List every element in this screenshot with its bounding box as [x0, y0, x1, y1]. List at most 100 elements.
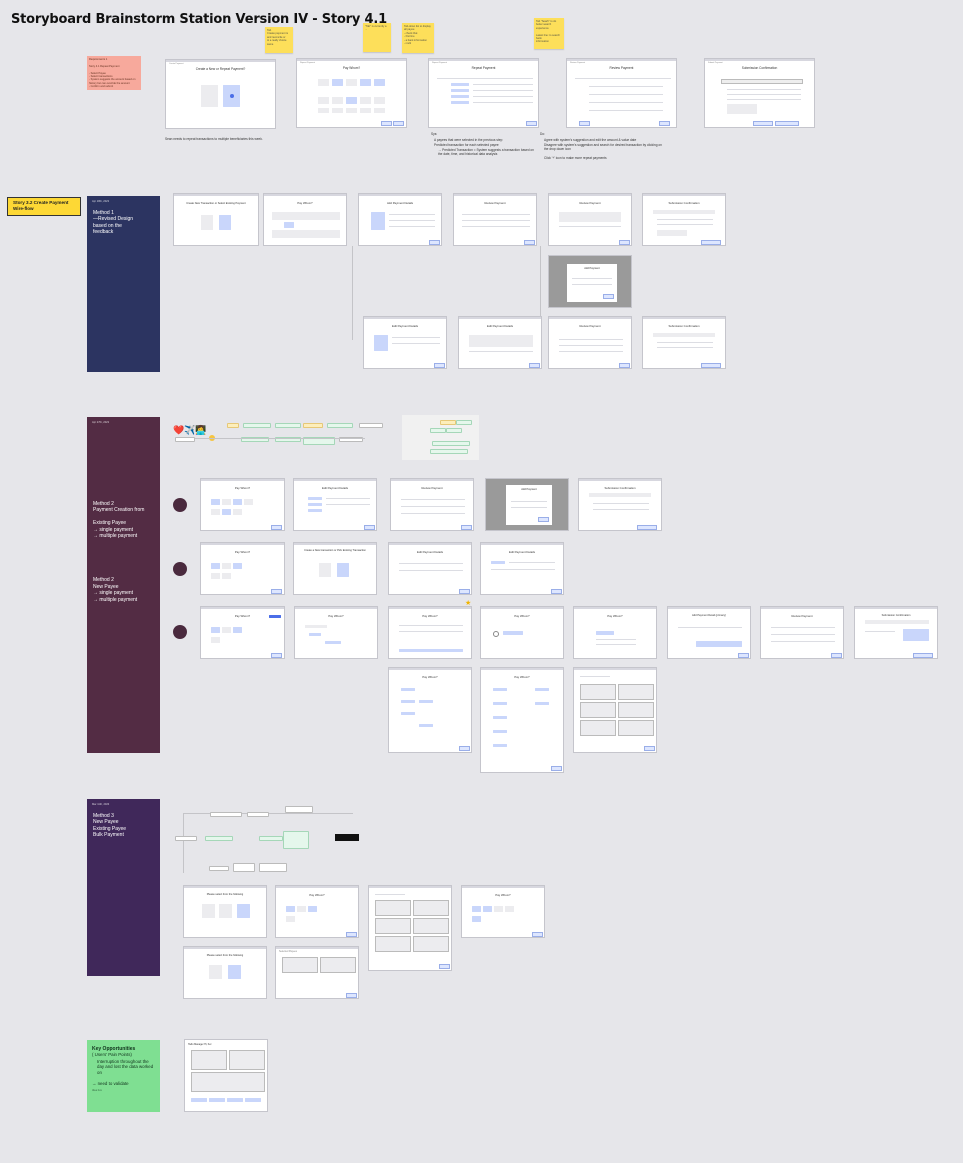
wireframe[interactable]: Pay Whom? [388, 606, 472, 659]
wireframe[interactable]: Please select from the following [183, 946, 267, 999]
wireframe[interactable]: Pay Whom? [200, 606, 285, 659]
frame-title: Pay Whom? [495, 893, 511, 897]
wireframe[interactable]: Create New Transaction or Select Existin… [173, 193, 259, 246]
wireframe-form[interactable] [368, 885, 452, 971]
frame-title: Pay Whom? [234, 486, 251, 490]
wireframe[interactable]: Review Payment [760, 606, 844, 659]
wireframe[interactable]: Review Payment [548, 193, 632, 246]
frame-title: Pay Whom? [514, 614, 530, 618]
frame-title: Edit Payment Details [392, 324, 418, 328]
sys-heading: Sys: [431, 132, 438, 136]
wireframe[interactable]: Create a New transaction or Pick Existin… [293, 542, 377, 595]
wireframe[interactable]: Please select from the following [183, 885, 267, 938]
wireframe-modal[interactable]: Add Payment [485, 478, 569, 531]
wireframe[interactable]: Pay Whom? [275, 885, 359, 938]
wireframe-pay-whom[interactable]: Repeat Payment Pay Whom? [296, 58, 407, 128]
flow-connector [540, 246, 541, 316]
wireframe-review-payment[interactable]: Review Payment Review Payment [566, 58, 677, 128]
wireframe[interactable]: Pay Whom? [200, 478, 285, 531]
do-point: Agree with system's suggestion and edit … [544, 138, 637, 142]
dashboard-wireframe[interactable]: Hello Manager Hi, Kel [184, 1039, 268, 1112]
requirements-note[interactable]: Requirements 1 Story 4.1 Repeat Payment … [87, 56, 141, 90]
wireframe[interactable]: Pay Whom? [200, 542, 285, 595]
frame-title: Submission Confirmation [668, 201, 700, 205]
frame-title: Submission Confirmation [881, 614, 911, 617]
wireframe[interactable]: Edit Payment Details [480, 542, 564, 595]
method-1-panel[interactable]: Apr 18th, 2023 Method 1 —Revised Design … [87, 196, 160, 372]
key-opps-bullet: Interruption throughout the day and lost… [97, 1059, 154, 1075]
wireframe[interactable]: Pay Whom? [480, 606, 564, 659]
wireframe[interactable]: Edit Payment Details [458, 316, 542, 369]
method-date: Apr 18th, 2023 [92, 200, 110, 203]
method-date: Apr 27th, 2023 [92, 421, 110, 424]
wireframe-repeat-payment[interactable]: Repeat Payment Repeat Payment [428, 58, 539, 128]
method-2-panel[interactable]: Apr 27th, 2023 Method 2 Payment Creation… [87, 417, 160, 753]
sys-point: Predicted transaction for each selected … [434, 143, 499, 147]
frame-label: Repeat Payment [300, 62, 315, 64]
wireframe[interactable]: Pay Whom? [573, 606, 657, 659]
frame-title: Pay Whom? [422, 675, 438, 679]
sticky-note[interactable]: Tab Create payment is and reconcile or t… [265, 27, 293, 53]
flow-connector [352, 246, 353, 340]
wireframe[interactable]: Review Payment [390, 478, 474, 531]
frame-title: Selected Payees [279, 950, 297, 953]
wireframe[interactable]: Add Payment Details [358, 193, 442, 246]
frame-title: Review Payment [579, 201, 601, 205]
wireframe-create-or-repeat[interactable]: Create Payment Create a New or Repeat Pa… [165, 59, 276, 129]
sys-point: → Predicted Transaction = System suggest… [438, 148, 534, 157]
method-description: Method 3 New Payee Existing Payee Bulk P… [93, 813, 127, 839]
wireframe[interactable]: Submission Confirmation [642, 193, 726, 246]
frame-label: Create Payment [169, 63, 184, 65]
frame-title: Please select from the following [206, 954, 244, 957]
frame-title: Review Payment [579, 324, 601, 328]
wireframe-submission-confirmation[interactable]: Submit Payment Submission Confirmation [704, 58, 815, 128]
frame-title: Add Payment Detail (primary) [691, 614, 727, 617]
dashboard-title: Hello Manager Hi, Kel [188, 1043, 212, 1046]
wireframe[interactable]: Submission Confirmation [854, 606, 938, 659]
wireframe[interactable]: Pay Whom? [294, 606, 378, 659]
key-opps-footer: → need to validate [92, 1081, 129, 1087]
scenario-caption: Sean needs to repeat transactions to mul… [165, 137, 263, 141]
wireframe[interactable]: Review Payment [548, 316, 632, 369]
frame-title: Pay Whom? [309, 893, 325, 897]
wireframe-modal[interactable]: Add Payment [548, 255, 632, 308]
scenario-marker[interactable] [173, 625, 187, 639]
scenario-marker[interactable] [173, 562, 187, 576]
frame-title: Pay Whom? [297, 201, 313, 205]
scenario-marker[interactable] [173, 498, 187, 512]
frame-title: Review Payment [791, 614, 813, 618]
wireframe[interactable]: Submission Confirmation [578, 478, 662, 531]
frame-title: Please select from the following [206, 893, 244, 896]
key-opportunities-card[interactable]: Key Opportunities ( Users' Pain Points) … [87, 1040, 160, 1112]
wireframe[interactable]: Pay Whom? [461, 885, 545, 938]
wireframe-form[interactable] [573, 667, 657, 753]
do-heading: Do: [540, 132, 545, 136]
wireframe[interactable]: Edit Payment Details [293, 478, 377, 531]
frame-title: Review Payment [421, 486, 443, 490]
method-date: Mar 11th, 2023 [92, 803, 110, 806]
story-label[interactable]: Story 3.2 Create Payment Wire-flow [7, 197, 81, 216]
wireframe[interactable]: Edit Payment Details [388, 542, 472, 595]
frame-title: Edit Payment Details [509, 550, 535, 554]
method-3-flow [175, 803, 360, 878]
frame-title: Add Payment [521, 488, 537, 491]
flow-diagram [175, 420, 395, 450]
method-3-panel[interactable]: Mar 11th, 2023 Method 3 New Payee Existi… [87, 799, 160, 976]
wireframe[interactable]: Edit Payment Details [363, 316, 447, 369]
wireframe[interactable]: Pay Whom? [388, 667, 472, 753]
sticky-note[interactable]: "Tab" is currently a ... [363, 23, 391, 52]
wireframe[interactable]: Pay Whom? [263, 193, 347, 246]
frame-title: Submission Confirmation [604, 486, 636, 490]
wireframe[interactable]: Selected Payees [275, 946, 359, 999]
frame-label: Review Payment [570, 62, 586, 64]
sticky-note[interactable]: Tab-down list to display all payee - che… [402, 23, 434, 53]
sys-point: A payees that were selected in the previ… [434, 138, 503, 142]
frame-title: Review Payment [484, 201, 506, 205]
sticky-note[interactable]: Tab "Searh" to do better search experien… [534, 18, 564, 49]
wireframe[interactable]: Submission Confirmation [642, 316, 726, 369]
frame-title: Pay Whom? [342, 66, 361, 70]
wireframe[interactable]: Add Payment Detail (primary) [667, 606, 751, 659]
wireframe[interactable]: Pay Whom? [480, 667, 564, 773]
frame-title: Add Payment [584, 267, 600, 270]
wireframe[interactable]: Review Payment [453, 193, 537, 246]
